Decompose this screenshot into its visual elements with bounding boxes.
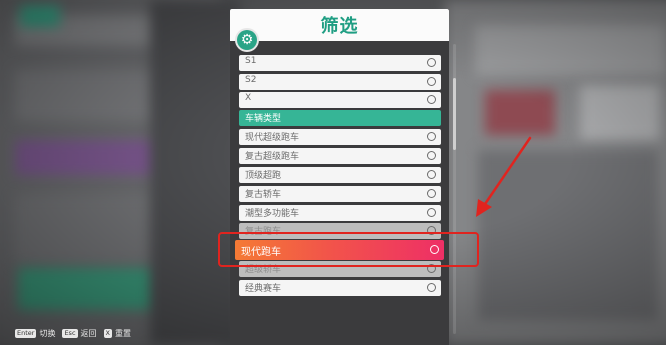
hint-back[interactable]: Esc 返回 <box>62 328 97 339</box>
esc-key-icon: Esc <box>62 329 78 338</box>
enter-key-icon: Enter <box>15 329 37 338</box>
key-hints: Enter 切换 Esc 返回 X 重置 <box>15 328 138 339</box>
hint-label: 切换 <box>39 329 56 338</box>
x-key-icon: X <box>103 329 112 338</box>
gear-icon[interactable]: ⚙ <box>237 30 257 50</box>
annotation-arrow <box>476 136 532 217</box>
hint-reset[interactable]: X 重置 <box>103 328 131 339</box>
hint-label: 返回 <box>80 329 97 338</box>
hint-switch[interactable]: Enter 切换 <box>15 328 55 339</box>
hint-label: 重置 <box>114 329 131 338</box>
